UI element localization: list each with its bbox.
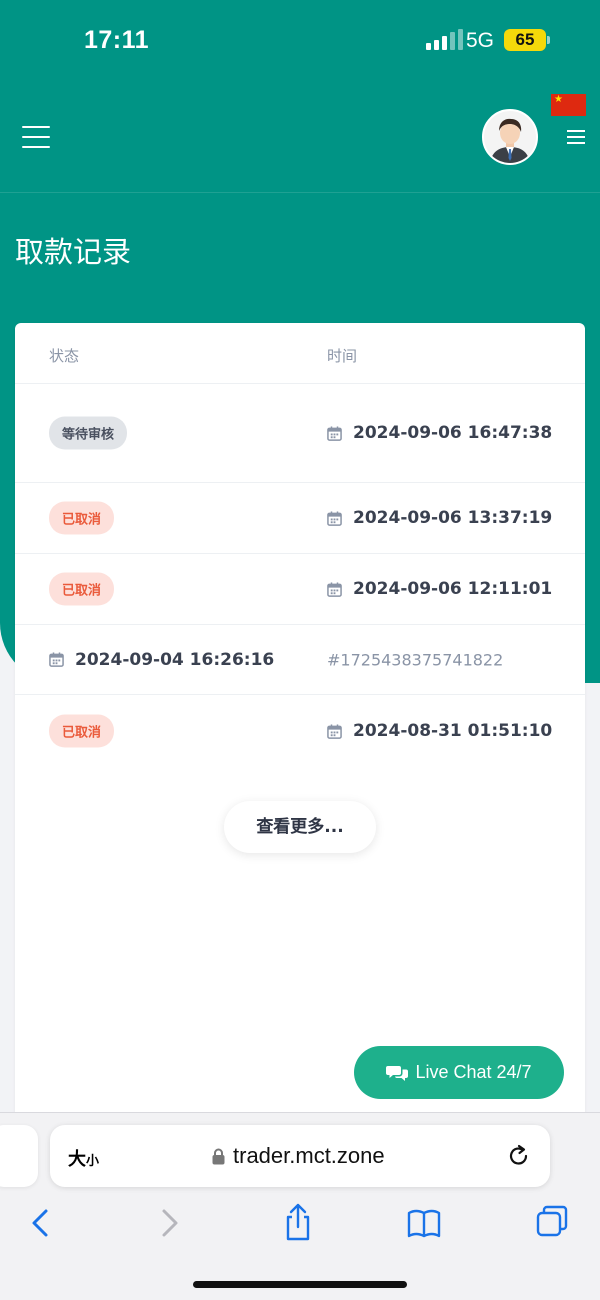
load-more-button[interactable]: 查看更多...	[224, 801, 376, 853]
calendar-icon	[327, 723, 342, 739]
column-header-status: 状态	[49, 347, 80, 365]
status-badge: 已取消	[49, 501, 115, 535]
time-cell: 2024-08-31 01:51:10	[327, 721, 552, 741]
status-cell: 已取消	[49, 501, 115, 535]
forward-icon[interactable]	[152, 1203, 188, 1243]
cellular-signal-icon	[426, 29, 463, 50]
table-row[interactable]: 已取消 2024-09-06 13:37:19	[15, 483, 585, 554]
status-cell: 已取消	[49, 572, 115, 606]
calendar-icon	[327, 425, 342, 441]
status-badge: 已取消	[49, 572, 115, 606]
table-row[interactable]: 等待审核 2024-09-06 16:47:38	[15, 384, 585, 483]
text-size-big: 大	[68, 1149, 86, 1170]
bookmarks-icon[interactable]	[406, 1203, 442, 1243]
record-datetime: 2024-09-04 16:26:16	[75, 649, 275, 670]
url-display[interactable]: trader.mct.zone	[212, 1143, 385, 1169]
url-text: trader.mct.zone	[233, 1143, 385, 1168]
table-row[interactable]: 已取消 2024-09-06 12:11:01	[15, 554, 585, 625]
battery-icon: 65	[504, 29, 546, 51]
chat-bubbles-icon	[386, 1065, 409, 1081]
back-icon[interactable]	[22, 1203, 58, 1243]
share-icon[interactable]	[280, 1203, 316, 1243]
record-datetime: 2024-09-06 16:47:38	[353, 423, 553, 443]
status-bar: 17:11 5G 65	[0, 0, 600, 86]
text-size-button[interactable]: 大小	[68, 1145, 99, 1171]
home-indicator[interactable]	[193, 1281, 407, 1288]
clock: 17:11	[84, 26, 150, 54]
battery-tip	[547, 36, 550, 44]
withdrawal-records-card: 状态 时间 等待审核 2024-09-06 16:47:38 已取消 2024-…	[15, 323, 585, 1123]
status-cell: 已取消	[49, 714, 115, 748]
record-datetime: 2024-08-31 01:51:10	[353, 721, 553, 741]
time-cell: 2024-09-06 16:47:38	[327, 423, 552, 443]
hamburger-menu-icon[interactable]	[22, 126, 50, 148]
calendar-icon	[327, 581, 342, 597]
reference-cell: #1725438375741822	[327, 650, 503, 669]
table-header: 状态 时间	[15, 323, 585, 384]
live-chat-button[interactable]: Live Chat 24/7	[354, 1046, 564, 1099]
avatar[interactable]	[482, 109, 538, 165]
text-size-small: 小	[86, 1154, 100, 1169]
page-title: 取款记录	[15, 235, 132, 269]
record-reference-number: #1725438375741822	[327, 650, 504, 669]
reload-icon[interactable]	[507, 1143, 531, 1169]
network-type: 5G	[466, 29, 495, 52]
calendar-icon	[49, 652, 64, 667]
record-datetime: 2024-09-06 12:11:01	[353, 579, 553, 599]
title-band-edge	[585, 193, 600, 683]
status-badge: 等待审核	[49, 416, 128, 450]
time-cell: 2024-09-06 13:37:19	[327, 508, 552, 528]
lock-icon	[212, 1148, 225, 1164]
address-bar[interactable]: 大小 trader.mct.zone	[50, 1125, 550, 1187]
time-cell: 2024-09-04 16:26:16	[49, 650, 274, 670]
table-row[interactable]: 已取消 2024-08-31 01:51:10	[15, 695, 585, 767]
status-badge: 已取消	[49, 714, 115, 748]
secondary-menu-icon[interactable]	[567, 130, 585, 144]
app-header	[0, 86, 600, 193]
browser-nav-tools	[0, 1203, 600, 1249]
table-row[interactable]: 2024-09-04 16:26:16 #1725438375741822	[15, 625, 585, 695]
china-flag-icon[interactable]	[551, 94, 586, 116]
record-datetime: 2024-09-06 13:37:19	[353, 508, 553, 528]
live-chat-label: Live Chat 24/7	[415, 1062, 532, 1082]
browser-toolbar: 大小 trader.mct.zone	[0, 1112, 600, 1300]
calendar-icon	[327, 510, 342, 526]
previous-tab-preview[interactable]	[0, 1125, 38, 1187]
column-header-time: 时间	[327, 347, 358, 365]
time-cell: 2024-09-06 12:11:01	[327, 579, 552, 599]
avatar-person-icon	[484, 111, 536, 163]
tabs-icon[interactable]	[535, 1203, 571, 1243]
status-cell: 等待审核	[49, 416, 128, 450]
